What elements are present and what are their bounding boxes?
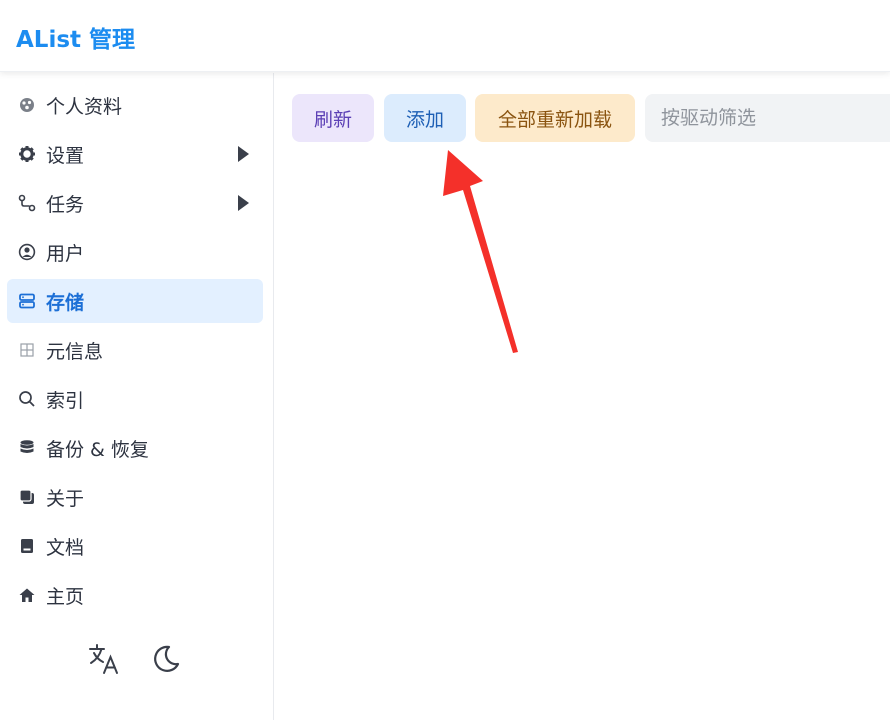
sidebar-item-label: 用户 <box>46 242 85 265</box>
refresh-button[interactable]: 刷新 <box>292 94 374 142</box>
sidebar-item-backup[interactable]: 备份 & 恢复 <box>7 426 263 470</box>
sidebar-item-label: 关于 <box>46 487 85 510</box>
app-header: AList 管理 <box>0 0 890 72</box>
user-profile-icon <box>17 95 37 115</box>
moon-icon <box>154 645 180 672</box>
sidebar-item-index[interactable]: 索引 <box>7 377 263 421</box>
sidebar-item-tasks[interactable]: 任务 <box>7 181 263 225</box>
translate-icon <box>89 644 118 674</box>
gear-icon <box>17 144 37 164</box>
sidebar-item-home[interactable]: 主页 <box>7 573 263 617</box>
sidebar-item-label: 备份 & 恢复 <box>46 438 149 461</box>
driver-filter-input[interactable] <box>645 94 890 142</box>
sidebar-item-storage[interactable]: 存储 <box>7 279 263 323</box>
meta-icon <box>17 340 37 360</box>
route-icon <box>17 193 37 213</box>
home-icon <box>17 585 37 605</box>
app-title[interactable]: AList 管理 <box>16 20 135 54</box>
sidebar-item-users[interactable]: 用户 <box>7 230 263 274</box>
sidebar-item-label: 设置 <box>46 144 85 167</box>
sidebar-item-profile[interactable]: 个人资料 <box>7 83 263 127</box>
sidebar: 个人资料 设置 任务 用户 存储 元信息 索引 备份 & 恢复 关于 文档 主页 <box>0 73 274 720</box>
search-icon <box>17 389 37 409</box>
sidebar-footer-tools <box>86 641 184 677</box>
theme-toggle-button[interactable] <box>148 641 184 677</box>
user-circle-icon <box>17 242 37 262</box>
sidebar-item-settings[interactable]: 设置 <box>7 132 263 176</box>
sidebar-item-about[interactable]: 关于 <box>7 475 263 519</box>
sidebar-item-label: 任务 <box>46 193 85 216</box>
sidebar-item-meta[interactable]: 元信息 <box>7 328 263 372</box>
sidebar-item-docs[interactable]: 文档 <box>7 524 263 568</box>
book-icon <box>17 536 37 556</box>
storage-icon <box>17 291 37 311</box>
sidebar-item-label: 索引 <box>46 389 85 412</box>
reload-all-button[interactable]: 全部重新加载 <box>475 94 635 142</box>
sidebar-item-label: 元信息 <box>46 340 104 363</box>
add-button[interactable]: 添加 <box>384 94 466 142</box>
copy-icon <box>17 487 37 507</box>
sidebar-item-label: 存储 <box>46 291 85 314</box>
database-icon <box>17 438 37 458</box>
sidebar-item-label: 文档 <box>46 536 85 559</box>
sidebar-item-label: 个人资料 <box>46 95 123 118</box>
language-switch-button[interactable] <box>86 641 122 677</box>
sidebar-item-label: 主页 <box>46 585 85 608</box>
caret-right-icon <box>238 195 249 211</box>
caret-right-icon <box>238 146 249 162</box>
